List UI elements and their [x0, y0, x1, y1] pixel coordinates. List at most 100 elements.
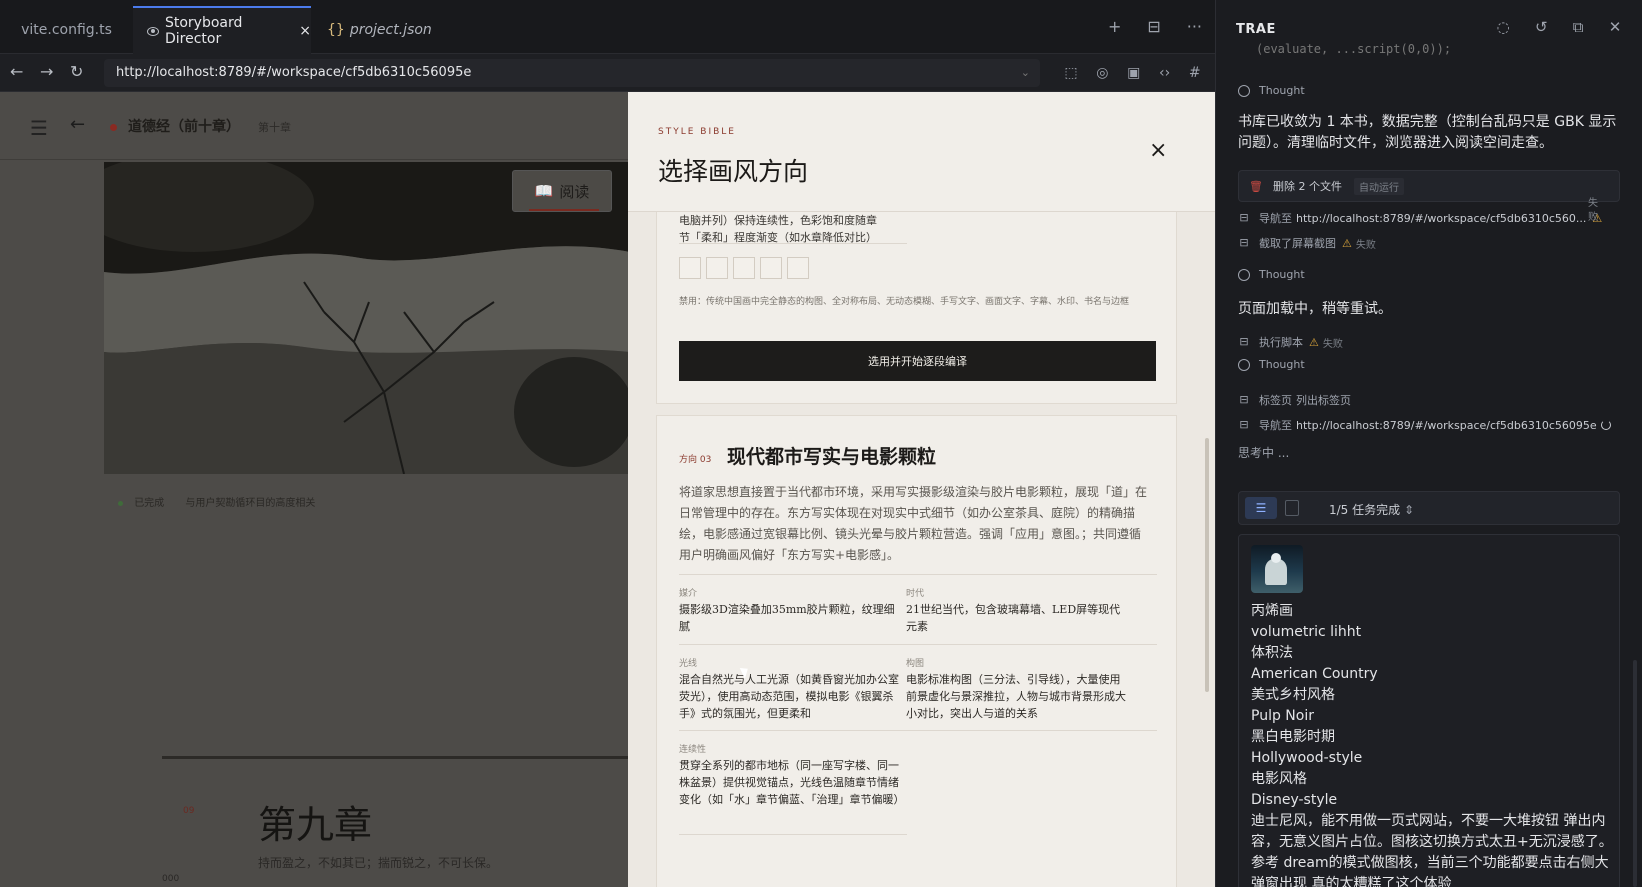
tabs-row[interactable]: ⊟ 标签页 列出标签页 — [1238, 392, 1351, 408]
color-swatch — [733, 257, 755, 279]
chapter-text: 持而盈之，不如其已；揣而锐之，不可长保。 — [258, 856, 499, 870]
style-card-02: 电脑并列）保持连续性，色彩饱和度随章 节「柔和」程度渐变（如水章降低对比） 禁用… — [656, 202, 1177, 404]
screenshot-row[interactable]: ⊟ 截取了屏幕截图 ⚠ 失败 — [1238, 235, 1375, 251]
menu-icon[interactable]: ☰ — [30, 116, 48, 140]
reader-header: ☰ ← 道德经（前十章） 第十章 — [0, 92, 630, 160]
tab-tools: + ⊟ ··· — [1095, 8, 1215, 44]
chat-icon[interactable]: ◌ — [1497, 18, 1510, 36]
field-value-era: 21世纪当代，包含玻璃幕墙、LED屏等现代元素 — [906, 603, 1121, 633]
modal-title: 选择画风方向 — [658, 157, 809, 186]
target-icon[interactable]: ◎ — [1096, 65, 1108, 81]
image-thumbnail[interactable] — [1251, 545, 1303, 593]
close-icon[interactable]: × — [1149, 138, 1167, 163]
field-label-lighting: 光线 — [679, 659, 698, 669]
url-input[interactable]: http://localhost:8789/#/workspace/cf5db6… — [104, 59, 1040, 87]
list-item: 体积法 — [1251, 645, 1293, 661]
image-caption: 已完成 与用户契勘循环目的高度相关 — [118, 494, 315, 509]
book-open-icon: 📖 — [534, 182, 554, 200]
close-tab-icon[interactable]: × — [299, 23, 311, 39]
thought-row[interactable]: Thought — [1238, 84, 1305, 97]
list-item: Pulp Noir — [1251, 708, 1314, 724]
split-view-icon[interactable]: ⊟ — [1147, 17, 1160, 36]
direction-label: 方向 03 — [679, 455, 712, 465]
style-card-03: 方向 03 现代都市写实与电影颗粒 将道家思想直接置于当代都市环境，采用写实摄影… — [656, 415, 1177, 887]
delete-files-chip[interactable]: 🗑 删除 2 个文件 自动运行 — [1238, 170, 1620, 202]
modal-scrollbar[interactable] — [1205, 438, 1209, 692]
tool-icon: ⊟ — [1239, 211, 1249, 224]
use-style-button[interactable]: 选用并开始逐段编译 — [679, 341, 1156, 381]
script-row[interactable]: ⊟ 执行脚本 ⚠ 失败 — [1238, 334, 1343, 350]
assistant-message: 页面加载中，稍等重试。 — [1238, 301, 1392, 317]
updown-icon: ⇕ — [1403, 503, 1415, 517]
thought-row[interactable]: Thought — [1238, 268, 1305, 281]
tab-storyboard-director[interactable]: Storyboard Director × — [133, 6, 311, 54]
warning-icon: ⚠ — [1342, 236, 1352, 250]
color-swatch — [787, 257, 809, 279]
field-value-medium: 摄影级3D渲染叠加35mm胶片颗粒，纹理细腻 — [679, 603, 895, 633]
address-bar: ← → ↻ http://localhost:8789/#/workspace/… — [0, 54, 1215, 92]
back-icon[interactable]: ← — [10, 62, 23, 81]
tool-icon: ⊟ — [1239, 335, 1249, 348]
list-icon[interactable]: ☰ — [1245, 497, 1277, 519]
browser-tools: ⬚ ◎ ▣ ‹› # — [1055, 60, 1210, 86]
pick-element-icon[interactable]: ⬚ — [1064, 65, 1077, 81]
page-viewport: ☰ ← 道德经（前十章） 第十章 📖 阅读 已完成 与用户契勘循环目的高度相关 … — [0, 92, 1215, 887]
user-message-card: 丙烯画 volumetric lihht 体积法 American Countr… — [1238, 534, 1620, 887]
chip-label: 删除 2 个文件 — [1272, 180, 1342, 193]
palette-swatches — [679, 257, 809, 279]
card-rule — [679, 574, 1157, 575]
task-progress-bar[interactable]: ☰ 1/5 任务完成 ⇕ — [1238, 491, 1620, 525]
read-button[interactable]: 📖 阅读 — [512, 170, 612, 212]
doc-icon[interactable] — [1285, 500, 1299, 516]
nav-url: http://localhost:8789/#/workspace/cf5db6… — [1296, 418, 1597, 432]
browser-pane: vite.config.ts Storyboard Director × {} … — [0, 0, 1215, 887]
list-item: 黑白电影时期 — [1251, 729, 1335, 745]
card-rule — [679, 834, 907, 835]
reader-app: ☰ ← 道德经（前十章） 第十章 📖 阅读 已完成 与用户契勘循环目的高度相关 … — [0, 92, 630, 887]
tab-label: project.json — [349, 22, 432, 38]
side-fail: 失败 — [1588, 198, 1598, 223]
forward-icon[interactable]: → — [40, 62, 53, 81]
code-icon[interactable]: ‹› — [1159, 65, 1170, 81]
reload-icon[interactable]: ↻ — [70, 62, 83, 81]
list-item: Hollywood-style — [1251, 750, 1363, 766]
task-progress[interactable]: 1/5 任务完成 ⇕ — [1329, 501, 1414, 518]
trash-icon: 🗑 — [1249, 179, 1263, 193]
back-arrow-icon[interactable]: ← — [70, 114, 85, 135]
popout-icon[interactable]: ⧉ — [1573, 18, 1584, 36]
nav-url: http://localhost:8789/#/workspace/cf5db6… — [1296, 211, 1587, 225]
fail-label: 失败 — [1322, 338, 1343, 350]
thought-label: Thought — [1259, 84, 1305, 97]
field-label-continuity: 连续性 — [679, 745, 707, 755]
chevron-down-icon[interactable]: ⌄ — [1021, 59, 1030, 87]
navigate-row[interactable]: ⊟ 导航至 http://localhost:8789/#/workspace/… — [1238, 417, 1611, 433]
device-icon[interactable]: ▣ — [1127, 65, 1140, 81]
user-message-text: 丙烯画 volumetric lihht 体积法 American Countr… — [1251, 601, 1613, 887]
tab-vite-config[interactable]: vite.config.ts — [0, 6, 133, 54]
card-rule — [679, 243, 907, 244]
hash-icon[interactable]: # — [1189, 65, 1201, 81]
tool-icon: ⊟ — [1239, 393, 1249, 406]
trae-title: TRAE — [1236, 22, 1276, 37]
history-icon[interactable]: ↺ — [1535, 18, 1548, 36]
nav-label: 导航至 — [1259, 419, 1292, 432]
new-tab-icon[interactable]: + — [1108, 17, 1121, 36]
thought-row[interactable]: Thought — [1238, 358, 1305, 371]
more-icon[interactable]: ··· — [1187, 17, 1202, 36]
list-item: 美式乡村风格 — [1251, 687, 1335, 703]
panel-scrollbar[interactable] — [1633, 660, 1637, 887]
tab-project-json[interactable]: {} project.json — [311, 6, 441, 54]
chapter-hint: 第十章 — [258, 121, 291, 134]
close-icon[interactable]: ✕ — [1609, 18, 1622, 36]
thinking-status: 思考中 ... — [1238, 446, 1290, 460]
tab-label: Storyboard Director — [164, 15, 243, 47]
eye-icon — [147, 26, 159, 36]
navigate-row[interactable]: ⊟ 导航至 http://localhost:8789/#/workspace/… — [1238, 210, 1606, 226]
card-continuity-text: 电脑并列）保持连续性，色彩饱和度随章 节「柔和」程度渐变（如水章降低对比） — [679, 212, 919, 246]
loading-spinner-icon — [1600, 420, 1611, 430]
thought-label: Thought — [1259, 358, 1305, 371]
list-item: American Country — [1251, 666, 1378, 682]
modal-header: STYLE BIBLE 选择画风方向 × — [628, 92, 1215, 212]
tool-icon: ⊟ — [1239, 236, 1249, 249]
field-value-continuity: 贯穿全系列的都市地标（同一座写字楼、同一株盆景）提供视觉锚点，光线色温随章节情绪… — [679, 759, 905, 806]
